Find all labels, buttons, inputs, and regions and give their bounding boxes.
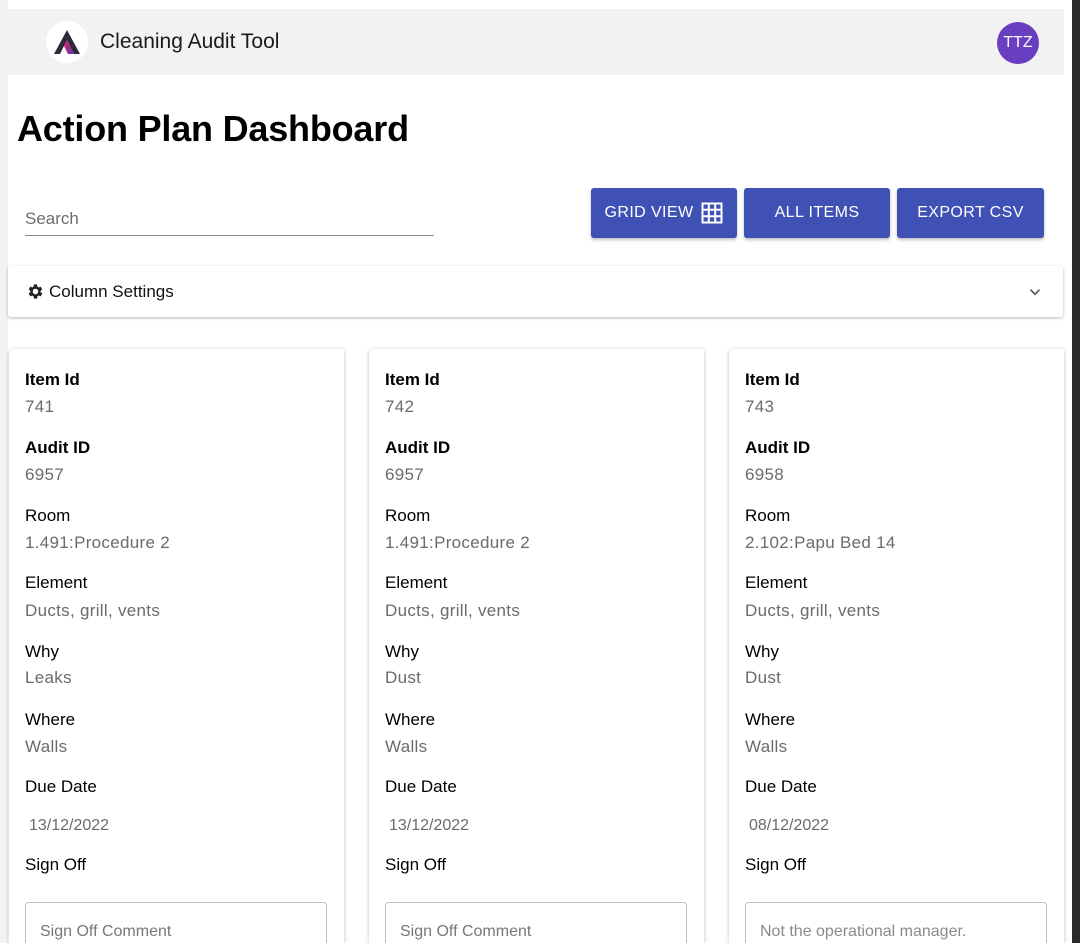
gear-icon xyxy=(28,284,43,299)
why-label: Why xyxy=(385,642,419,661)
due-date-value[interactable]: 08/12/2022 xyxy=(749,817,829,835)
sign-off-comment-field xyxy=(25,902,327,943)
due-date-label: Due Date xyxy=(25,777,97,796)
all-items-button[interactable]: ALL ITEMS xyxy=(744,188,890,238)
left-edge xyxy=(0,0,8,943)
grid-view-label: GRID VIEW xyxy=(604,204,694,221)
audit-id-value: 6958 xyxy=(745,465,785,484)
export-csv-button[interactable]: EXPORT CSV xyxy=(897,188,1044,238)
why-value: Dust xyxy=(745,668,782,687)
item-id-label: Item Id xyxy=(25,370,80,389)
action-item-card: Item Id 741 Audit ID 6957 Room 1.491:Pro… xyxy=(9,349,344,943)
sign-off-label: Sign Off xyxy=(385,855,447,874)
room-value: 2.102:Papu Bed 14 xyxy=(745,533,896,552)
element-label: Element xyxy=(25,573,88,592)
chevron-down-icon[interactable] xyxy=(1026,283,1044,301)
item-id-value: 743 xyxy=(745,397,775,416)
room-value: 1.491:Procedure 2 xyxy=(385,533,530,552)
element-label: Element xyxy=(745,573,808,592)
why-label: Why xyxy=(25,642,59,661)
why-label: Why xyxy=(745,642,779,661)
where-label: Where xyxy=(25,710,76,729)
element-value: Ducts, grill, vents xyxy=(385,601,521,620)
app-bar: Cleaning Audit Tool TTZ xyxy=(8,9,1064,75)
room-label: Room xyxy=(745,506,791,525)
audit-id-label: Audit ID xyxy=(385,438,451,457)
user-avatar[interactable]: TTZ xyxy=(997,22,1039,64)
grid-icon xyxy=(701,202,723,224)
where-value: Walls xyxy=(25,737,68,756)
action-item-card: Item Id 743 Audit ID 6958 Room 2.102:Pap… xyxy=(729,349,1064,943)
due-date-label: Due Date xyxy=(745,777,817,796)
grid-view-button[interactable]: GRID VIEW xyxy=(591,188,737,238)
due-date-value[interactable]: 13/12/2022 xyxy=(389,817,469,835)
app-window: Cleaning Audit Tool TTZ Action Plan Dash… xyxy=(0,0,1080,943)
audit-id-label: Audit ID xyxy=(25,438,91,457)
why-value: Dust xyxy=(385,668,422,687)
item-id-value: 742 xyxy=(385,397,415,416)
action-item-card: Item Id 742 Audit ID 6957 Room 1.491:Pro… xyxy=(369,349,704,943)
audit-id-label: Audit ID xyxy=(745,438,811,457)
sign-off-comment-input[interactable]: Not the operational manager. xyxy=(760,923,1040,943)
logo-icon xyxy=(54,30,80,54)
item-id-label: Item Id xyxy=(385,370,440,389)
scrollbar-track[interactable] xyxy=(1072,0,1080,943)
search-input[interactable] xyxy=(25,200,434,235)
audit-id-value: 6957 xyxy=(385,465,425,484)
column-settings-panel[interactable]: Column Settings xyxy=(8,266,1063,317)
where-label: Where xyxy=(745,710,796,729)
room-value: 1.491:Procedure 2 xyxy=(25,533,170,552)
due-date-label: Due Date xyxy=(385,777,457,796)
item-id-value: 741 xyxy=(25,397,55,416)
search-field xyxy=(25,200,434,236)
where-value: Walls xyxy=(385,737,428,756)
element-value: Ducts, grill, vents xyxy=(25,601,161,620)
sign-off-comment-input[interactable] xyxy=(400,923,680,943)
due-date-value[interactable]: 13/12/2022 xyxy=(29,817,109,835)
element-label: Element xyxy=(385,573,448,592)
app-title: Cleaning Audit Tool xyxy=(100,30,280,53)
sign-off-label: Sign Off xyxy=(25,855,87,874)
app-logo[interactable] xyxy=(46,21,88,63)
audit-id-value: 6957 xyxy=(25,465,65,484)
sign-off-comment-field xyxy=(385,902,687,943)
why-value: Leaks xyxy=(25,668,72,687)
sign-off-comment-input[interactable] xyxy=(40,923,320,943)
room-label: Room xyxy=(25,506,71,525)
sign-off-comment-field: Not the operational manager. xyxy=(745,902,1047,943)
item-id-label: Item Id xyxy=(745,370,800,389)
where-label: Where xyxy=(385,710,436,729)
column-settings-label: Column Settings xyxy=(49,282,174,301)
page-title: Action Plan Dashboard xyxy=(17,108,409,149)
where-value: Walls xyxy=(745,737,788,756)
room-label: Room xyxy=(385,506,431,525)
sign-off-label: Sign Off xyxy=(745,855,807,874)
element-value: Ducts, grill, vents xyxy=(745,601,881,620)
